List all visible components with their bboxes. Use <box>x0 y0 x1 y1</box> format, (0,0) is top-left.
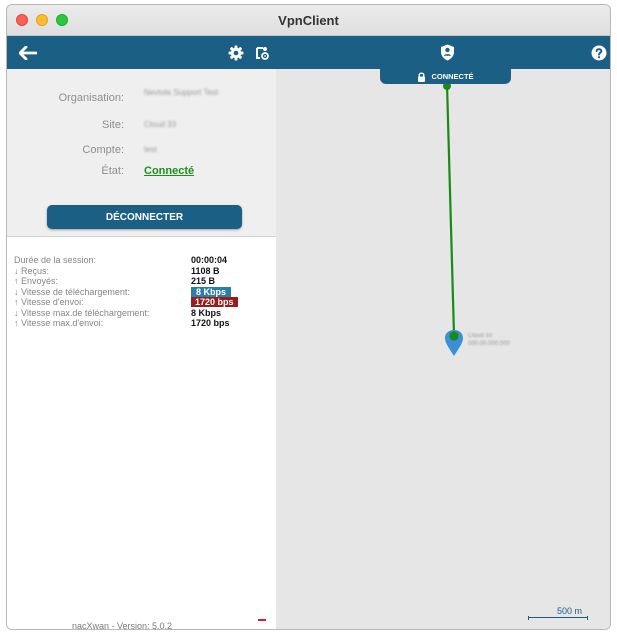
location-name: Cloud 33 <box>468 333 493 339</box>
state-value[interactable]: Connecté <box>144 165 194 177</box>
account-label: Compte: <box>82 144 124 156</box>
app-window: VpnClient Organisation: Nevtola Support … <box>6 4 611 630</box>
gear-icon[interactable] <box>226 36 246 69</box>
toolbar <box>7 36 610 69</box>
version-label: nacXwan - Version: 5.0.2 <box>71 621 173 630</box>
scale-label: 500 m <box>556 606 582 616</box>
route-line <box>445 83 456 336</box>
max-upload-speed-label: ↑ Vitesse max.d'envoi: <box>14 318 104 328</box>
sent-label: ↑ Envoyés: <box>14 276 59 286</box>
shield-user-icon <box>437 36 457 69</box>
stat-row: ↓ Reçus: 1108 B <box>14 266 274 277</box>
connection-info: Organisation: Nevtola Support Test Site:… <box>7 69 276 237</box>
lock-icon <box>418 72 426 82</box>
route-overlay <box>443 82 463 356</box>
site-label: Site: <box>101 119 124 131</box>
download-speed-badge: 8 Kbps <box>191 286 232 297</box>
stat-row: ↑ Envoyés: 215 B <box>14 276 274 287</box>
status-text: CONNECTÉ <box>431 72 474 81</box>
help-icon[interactable] <box>589 36 609 69</box>
location-address: 000.00.000.000 <box>468 341 510 347</box>
session-stats: Durée de la session: 00:00:04 ↓ Reçus: 1… <box>14 255 274 329</box>
stat-row: ↑ Vitesse max.d'envoi: 1720 bps <box>14 318 274 329</box>
minimize-panel-button[interactable] <box>258 619 266 621</box>
disconnect-button[interactable]: DÉCONNECTER <box>47 205 242 229</box>
connection-panel: Organisation: Nevtola Support Test Site:… <box>7 69 276 629</box>
stat-row: ↑ Vitesse d'envoi: 1720 bps <box>14 297 274 308</box>
state-label: État: <box>101 165 124 177</box>
sent-value: 215 B <box>191 276 216 286</box>
session-duration-value: 00:00:04 <box>191 255 228 265</box>
location-label: Cloud 33 000.00.000.000 <box>468 332 510 348</box>
stat-row: ↓ Vitesse max.de téléchargement: 8 Kbps <box>14 308 274 319</box>
device-settings-icon[interactable] <box>252 36 272 69</box>
received-value: 1108 B <box>191 265 220 276</box>
stat-row: Durée de la session: 00:00:04 <box>14 255 274 266</box>
upload-speed-badge: 1720 bps <box>191 297 238 307</box>
window-title: VpnClient <box>278 13 339 28</box>
scale-bar <box>528 616 588 620</box>
stat-row: ↓ Vitesse de téléchargement: 8 Kbps <box>14 286 274 298</box>
max-download-speed-value: 8 Kbps <box>191 307 222 318</box>
organisation-label: Organisation: <box>58 92 124 104</box>
map-view[interactable]: CONNECTÉ Cloud 33 000.00.000.000 500 m <box>276 69 610 629</box>
connection-status-badge: CONNECTÉ <box>380 69 511 84</box>
account-value: test <box>144 145 157 154</box>
arrow-left-icon[interactable] <box>17 36 39 69</box>
title-bar: VpnClient <box>7 5 610 36</box>
route-end-dot <box>449 331 459 341</box>
site-value: Cloud 33 <box>144 120 177 129</box>
max-download-speed-label: ↓ Vitesse max.de téléchargement: <box>14 307 150 318</box>
session-duration-label: Durée de la session: <box>14 255 97 265</box>
upload-speed-label: ↑ Vitesse d'envoi: <box>14 297 84 307</box>
organisation-value: Nevtola Support Test <box>144 88 219 97</box>
max-upload-speed-value: 1720 bps <box>191 318 230 328</box>
received-label: ↓ Reçus: <box>14 265 50 276</box>
download-speed-label: ↓ Vitesse de téléchargement: <box>14 286 130 297</box>
